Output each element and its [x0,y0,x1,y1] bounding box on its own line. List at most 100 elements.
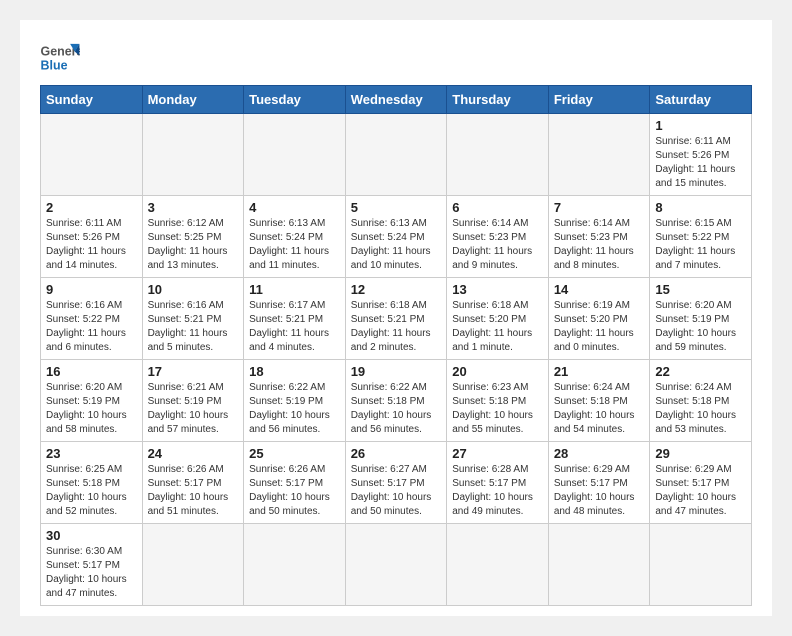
day-number: 1 [655,118,746,133]
day-info: Sunrise: 6:20 AMSunset: 5:19 PMDaylight:… [655,299,746,355]
day-info: Sunrise: 6:11 AMSunset: 5:26 PMDaylight:… [46,217,137,273]
day-number: 10 [148,282,239,297]
calendar-cell: 10Sunrise: 6:16 AMSunset: 5:21 PMDayligh… [142,278,244,360]
day-number: 4 [249,200,340,215]
calendar-cell [142,114,244,196]
calendar-cell [548,524,650,606]
day-number: 30 [46,528,137,543]
day-info: Sunrise: 6:28 AMSunset: 5:17 PMDaylight:… [452,463,543,519]
day-info: Sunrise: 6:11 AMSunset: 5:26 PMDaylight:… [655,135,746,191]
day-info: Sunrise: 6:24 AMSunset: 5:18 PMDaylight:… [655,381,746,437]
calendar-cell: 30Sunrise: 6:30 AMSunset: 5:17 PMDayligh… [41,524,143,606]
calendar-cell: 20Sunrise: 6:23 AMSunset: 5:18 PMDayligh… [447,360,549,442]
day-number: 21 [554,364,645,379]
weekday-header-friday: Friday [548,86,650,114]
day-number: 11 [249,282,340,297]
day-number: 9 [46,282,137,297]
day-number: 19 [351,364,442,379]
day-info: Sunrise: 6:26 AMSunset: 5:17 PMDaylight:… [249,463,340,519]
calendar-cell: 2 Sunrise: 6:11 AMSunset: 5:26 PMDaylight… [41,196,143,278]
calendar-cell: 28 Sunrise: 6:29 AMSunset: 5:17 PMDayligh… [548,442,650,524]
calendar-cell: 27 Sunrise: 6:28 AMSunset: 5:17 PMDayligh… [447,442,549,524]
day-number: 12 [351,282,442,297]
weekday-header-sunday: Sunday [41,86,143,114]
day-number: 27 [452,446,543,461]
logo: General Blue [40,40,80,75]
calendar-week-2: 2 Sunrise: 6:11 AMSunset: 5:26 PMDaylight… [41,196,752,278]
weekday-header-thursday: Thursday [447,86,549,114]
calendar-cell: 18 Sunrise: 6:22 AMSunset: 5:19 PMDayligh… [244,360,346,442]
calendar-cell: 16 Sunrise: 6:20 AMSunset: 5:19 PMDayligh… [41,360,143,442]
day-number: 17 [148,364,239,379]
day-number: 13 [452,282,543,297]
calendar-cell [244,114,346,196]
day-number: 22 [655,364,746,379]
calendar-cell: 11 Sunrise: 6:17 AMSunset: 5:21 PMDayligh… [244,278,346,360]
calendar-cell: 21Sunrise: 6:24 AMSunset: 5:18 PMDayligh… [548,360,650,442]
day-info: Sunrise: 6:19 AMSunset: 5:20 PMDaylight:… [554,299,645,355]
day-info: Sunrise: 6:25 AMSunset: 5:18 PMDaylight:… [46,463,137,519]
day-info: Sunrise: 6:12 AMSunset: 5:25 PMDaylight:… [148,217,239,273]
calendar-cell: 24 Sunrise: 6:26 AMSunset: 5:17 PMDayligh… [142,442,244,524]
calendar-week-4: 16 Sunrise: 6:20 AMSunset: 5:19 PMDayligh… [41,360,752,442]
calendar-cell: 3 Sunrise: 6:12 AMSunset: 5:25 PMDaylight… [142,196,244,278]
day-info: Sunrise: 6:26 AMSunset: 5:17 PMDaylight:… [148,463,239,519]
calendar-cell: 5Sunrise: 6:13 AMSunset: 5:24 PMDaylight… [345,196,447,278]
logo-icon: General Blue [40,40,80,75]
weekday-header-saturday: Saturday [650,86,752,114]
calendar-cell: 17 Sunrise: 6:21 AMSunset: 5:19 PMDayligh… [142,360,244,442]
day-info: Sunrise: 6:22 AMSunset: 5:19 PMDaylight:… [249,381,340,437]
calendar-cell: 9 Sunrise: 6:16 AMSunset: 5:22 PMDaylight… [41,278,143,360]
day-number: 16 [46,364,137,379]
weekday-header-monday: Monday [142,86,244,114]
calendar-cell: 29 Sunrise: 6:29 AMSunset: 5:17 PMDayligh… [650,442,752,524]
day-info: Sunrise: 6:21 AMSunset: 5:19 PMDaylight:… [148,381,239,437]
calendar-cell [447,114,549,196]
day-info: Sunrise: 6:15 AMSunset: 5:22 PMDaylight:… [655,217,746,273]
calendar-cell: 15 Sunrise: 6:20 AMSunset: 5:19 PMDayligh… [650,278,752,360]
day-number: 2 [46,200,137,215]
calendar-cell: 13 Sunrise: 6:18 AMSunset: 5:20 PMDayligh… [447,278,549,360]
day-info: Sunrise: 6:18 AMSunset: 5:20 PMDaylight:… [452,299,543,355]
calendar-page: General Blue SundayMondayTuesdayWednesda… [20,20,772,616]
day-info: Sunrise: 6:14 AMSunset: 5:23 PMDaylight:… [554,217,645,273]
calendar-week-5: 23 Sunrise: 6:25 AMSunset: 5:18 PMDayligh… [41,442,752,524]
calendar-cell [244,524,346,606]
calendar-cell [548,114,650,196]
day-info: Sunrise: 6:17 AMSunset: 5:21 PMDaylight:… [249,299,340,355]
calendar-cell: 7 Sunrise: 6:14 AMSunset: 5:23 PMDaylight… [548,196,650,278]
day-number: 3 [148,200,239,215]
day-number: 20 [452,364,543,379]
calendar-table: SundayMondayTuesdayWednesdayThursdayFrid… [40,85,752,606]
day-info: Sunrise: 6:13 AMSunset: 5:24 PMDaylight:… [249,217,340,273]
calendar-cell: 12 Sunrise: 6:18 AMSunset: 5:21 PMDayligh… [345,278,447,360]
day-number: 6 [452,200,543,215]
calendar-week-6: 30Sunrise: 6:30 AMSunset: 5:17 PMDayligh… [41,524,752,606]
calendar-cell [650,524,752,606]
calendar-cell: 26Sunrise: 6:27 AMSunset: 5:17 PMDayligh… [345,442,447,524]
day-info: Sunrise: 6:27 AMSunset: 5:17 PMDaylight:… [351,463,442,519]
day-info: Sunrise: 6:29 AMSunset: 5:17 PMDaylight:… [554,463,645,519]
day-info: Sunrise: 6:13 AMSunset: 5:24 PMDaylight:… [351,217,442,273]
day-number: 18 [249,364,340,379]
day-info: Sunrise: 6:22 AMSunset: 5:18 PMDaylight:… [351,381,442,437]
day-number: 8 [655,200,746,215]
calendar-cell: 19 Sunrise: 6:22 AMSunset: 5:18 PMDayligh… [345,360,447,442]
calendar-cell [41,114,143,196]
day-number: 7 [554,200,645,215]
calendar-cell [447,524,549,606]
day-number: 15 [655,282,746,297]
calendar-week-3: 9 Sunrise: 6:16 AMSunset: 5:22 PMDaylight… [41,278,752,360]
day-info: Sunrise: 6:29 AMSunset: 5:17 PMDaylight:… [655,463,746,519]
day-info: Sunrise: 6:16 AMSunset: 5:22 PMDaylight:… [46,299,137,355]
calendar-cell: 25Sunrise: 6:26 AMSunset: 5:17 PMDayligh… [244,442,346,524]
day-number: 29 [655,446,746,461]
calendar-cell: 14Sunrise: 6:19 AMSunset: 5:20 PMDayligh… [548,278,650,360]
day-number: 23 [46,446,137,461]
day-info: Sunrise: 6:20 AMSunset: 5:19 PMDaylight:… [46,381,137,437]
calendar-cell: 23 Sunrise: 6:25 AMSunset: 5:18 PMDayligh… [41,442,143,524]
day-number: 24 [148,446,239,461]
day-number: 28 [554,446,645,461]
calendar-cell: 4 Sunrise: 6:13 AMSunset: 5:24 PMDaylight… [244,196,346,278]
day-info: Sunrise: 6:18 AMSunset: 5:21 PMDaylight:… [351,299,442,355]
